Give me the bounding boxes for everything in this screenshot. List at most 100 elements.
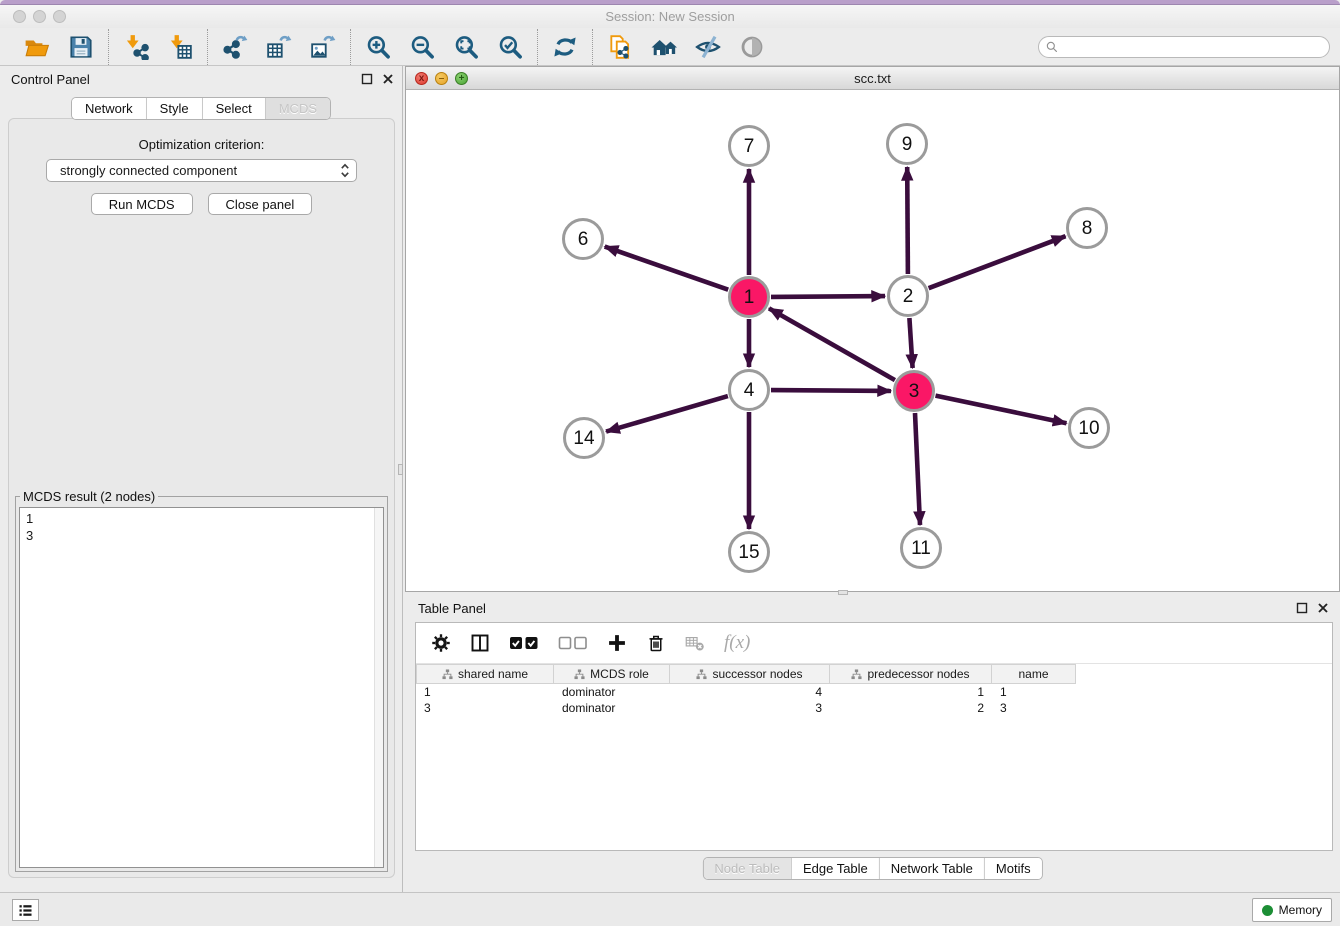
optimization-criterion-dropdown[interactable]: strongly connected component [46, 159, 357, 182]
graph-edge-1-2[interactable] [771, 296, 885, 297]
cell-0-MCDS-role[interactable]: dominator [554, 684, 670, 700]
table-panel-titlebar: Table Panel [405, 595, 1340, 621]
column-header-successor-nodes[interactable]: successor nodes [670, 664, 830, 684]
export-table-button[interactable] [265, 33, 293, 61]
graph-edge-2-8[interactable] [929, 236, 1066, 288]
zoom-in-button[interactable] [364, 33, 392, 61]
tab-select[interactable]: Select [202, 98, 265, 119]
sort-icon [851, 669, 862, 680]
refresh-button[interactable] [551, 33, 579, 61]
cell-1-predecessor-nodes[interactable]: 2 [830, 700, 992, 716]
table-tab-motifs[interactable]: Motifs [984, 858, 1042, 879]
search-input[interactable] [1038, 36, 1330, 58]
import-network-button[interactable] [122, 33, 150, 61]
tab-mcds[interactable]: MCDS [265, 98, 330, 119]
graph-edge-3-11[interactable] [915, 413, 920, 525]
graph-edge-2-9[interactable] [907, 167, 908, 274]
cell-1-name[interactable]: 3 [992, 700, 1076, 716]
deselect-all-icon [558, 634, 588, 652]
control-panel-tabs: NetworkStyleSelectMCDS [71, 97, 331, 120]
save-button[interactable] [67, 33, 95, 61]
delete-row-button[interactable] [646, 633, 666, 653]
column-header-shared-name[interactable]: shared name [416, 664, 554, 684]
table-tab-network-table[interactable]: Network Table [879, 858, 984, 879]
graph-edge-4-3[interactable] [771, 390, 891, 391]
control-panel: Control Panel NetworkStyleSelectMCDS Opt… [0, 66, 403, 892]
run-mcds-button[interactable]: Run MCDS [91, 193, 193, 215]
search-box [1038, 36, 1330, 58]
mcds-result-title: MCDS result (2 nodes) [20, 489, 158, 504]
zoom-fit-button[interactable] [452, 33, 480, 61]
table-toolbar: f(x) [416, 623, 1332, 664]
network-view-window: x – + scc.txt 1 2 3 4 6 7 8 9 10 11 14 15 [405, 66, 1340, 592]
graph-node-8[interactable]: 8 [1066, 207, 1108, 249]
graph-node-9[interactable]: 9 [886, 123, 928, 165]
zoom-fit-icon [453, 34, 479, 60]
table-row-0[interactable]: 1dominator411 [416, 684, 1332, 700]
zoom-in-icon [365, 34, 391, 60]
cell-1-shared-name[interactable]: 3 [416, 700, 554, 716]
zoom-out-button[interactable] [408, 33, 436, 61]
column-header-predecessor-nodes[interactable]: predecessor nodes [830, 664, 992, 684]
add-row-button[interactable] [607, 633, 627, 653]
eye-disabled-button[interactable] [738, 33, 766, 61]
dropdown-selected-value: strongly connected component [60, 163, 340, 178]
graph-node-14[interactable]: 14 [563, 417, 605, 459]
result-scrollbar[interactable] [374, 508, 383, 867]
sort-icon [574, 669, 585, 680]
graph-edge-3-10[interactable] [936, 396, 1067, 424]
table-row-1[interactable]: 3dominator323 [416, 700, 1332, 716]
duplicate-network-button[interactable] [606, 33, 634, 61]
panel-list-button[interactable] [12, 899, 39, 921]
import-table-button[interactable] [166, 33, 194, 61]
column-header-name[interactable]: name [992, 664, 1076, 684]
graph-node-11[interactable]: 11 [900, 527, 942, 569]
control-panel-float-icon[interactable] [361, 73, 373, 85]
cell-1-MCDS-role[interactable]: dominator [554, 700, 670, 716]
cell-0-name[interactable]: 1 [992, 684, 1076, 700]
control-panel-close-icon[interactable] [382, 73, 394, 85]
graph-node-6[interactable]: 6 [562, 218, 604, 260]
close-panel-button[interactable]: Close panel [208, 193, 313, 215]
columns-button[interactable] [470, 633, 490, 653]
export-network-button[interactable] [221, 33, 249, 61]
deselect-all-button[interactable] [558, 634, 588, 652]
column-header-MCDS-role[interactable]: MCDS role [554, 664, 670, 684]
graph-node-15[interactable]: 15 [728, 531, 770, 573]
graph-edge-2-3[interactable] [909, 318, 912, 368]
gear-button[interactable] [431, 633, 451, 653]
cell-0-predecessor-nodes[interactable]: 1 [830, 684, 992, 700]
select-all-button[interactable] [509, 634, 539, 652]
homes-icon [651, 34, 677, 60]
table-panel: Table Panel f(x) shared nameMCDS rolesuc… [405, 595, 1340, 888]
graph-node-4[interactable]: 4 [728, 369, 770, 411]
vertical-split-handle[interactable] [398, 464, 403, 475]
table-panel-float-icon[interactable] [1296, 602, 1308, 614]
cell-0-shared-name[interactable]: 1 [416, 684, 554, 700]
graph-node-3[interactable]: 3 [893, 370, 935, 412]
hide-eye-button[interactable] [694, 33, 722, 61]
graph-node-10[interactable]: 10 [1068, 407, 1110, 449]
graph-node-7[interactable]: 7 [728, 125, 770, 167]
cell-0-successor-nodes[interactable]: 4 [670, 684, 830, 700]
network-canvas[interactable]: 1 2 3 4 6 7 8 9 10 11 14 15 [406, 90, 1339, 591]
graph-edge-4-14[interactable] [606, 396, 728, 432]
homes-button[interactable] [650, 33, 678, 61]
mcds-result-text[interactable]: 1 3 [19, 507, 384, 868]
table-tab-edge-table[interactable]: Edge Table [791, 858, 879, 879]
cell-1-successor-nodes[interactable]: 3 [670, 700, 830, 716]
search-icon [1045, 40, 1059, 54]
table-panel-close-icon[interactable] [1317, 602, 1329, 614]
graph-node-2[interactable]: 2 [887, 275, 929, 317]
table-tab-node-table[interactable]: Node Table [703, 858, 791, 879]
tab-style[interactable]: Style [146, 98, 202, 119]
memory-button[interactable]: Memory [1252, 898, 1332, 922]
graph-edge-3-1[interactable] [769, 308, 895, 380]
open-folder-button[interactable] [23, 33, 51, 61]
network-window-titlebar[interactable]: x – + scc.txt [406, 67, 1339, 90]
zoom-selected-button[interactable] [496, 33, 524, 61]
export-image-button[interactable] [309, 33, 337, 61]
graph-node-1[interactable]: 1 [728, 276, 770, 318]
graph-edge-1-6[interactable] [605, 247, 729, 290]
tab-network[interactable]: Network [72, 98, 146, 119]
